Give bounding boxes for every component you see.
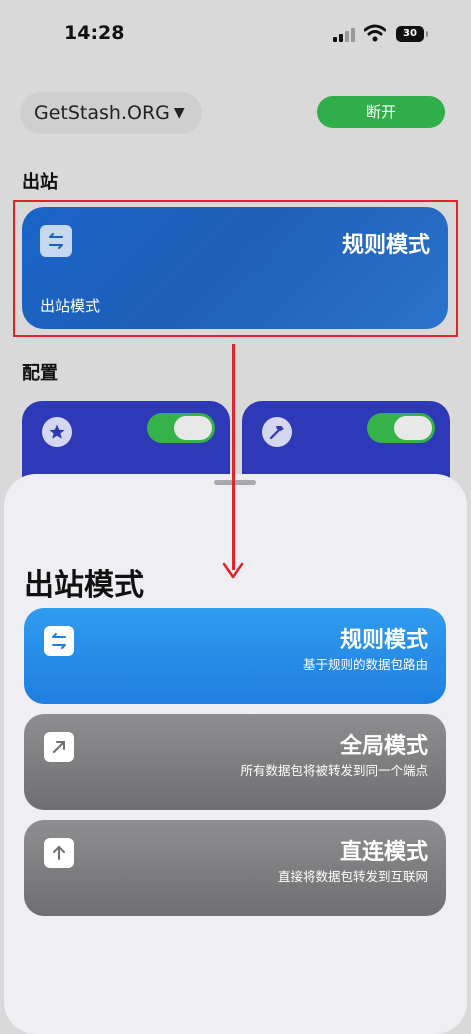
tools-toggle[interactable] (367, 413, 435, 443)
hammer-icon (262, 417, 292, 447)
global-mode-description: 所有数据包将被转发到同一个端点 (240, 763, 428, 778)
global-mode-title: 全局模式 (339, 734, 428, 759)
star-icon (42, 417, 72, 447)
arrow-up-icon (44, 838, 74, 868)
caret-down-icon: ▼ (173, 105, 185, 121)
swap-arrows-icon (44, 626, 74, 656)
sheet-grabber[interactable] (214, 480, 256, 485)
cellular-signal-icon (333, 28, 357, 42)
direct-mode-option[interactable]: 直连模式 直接将数据包转发到互联网 (24, 820, 446, 916)
config-section-label: 配置 (22, 363, 58, 384)
rule-mode-option[interactable]: 规则模式 基于规则的数据包路由 (24, 608, 446, 704)
favorites-toggle[interactable] (147, 413, 215, 443)
annotation-arrow-line (232, 344, 235, 570)
direct-mode-title: 直连模式 (339, 840, 428, 865)
rule-mode-title: 规则模式 (339, 628, 428, 653)
wifi-icon (363, 24, 387, 42)
annotation-highlight-box (13, 200, 458, 337)
rule-mode-description: 基于规则的数据包路由 (302, 657, 428, 672)
arrow-up-right-icon (44, 732, 74, 762)
sheet-title: 出站模式 (24, 568, 144, 603)
disconnect-button[interactable]: 断开 (317, 96, 445, 128)
profile-selector[interactable]: GetStash.ORG ▼ (20, 92, 202, 134)
profile-name: GetStash.ORG (34, 102, 170, 124)
outbound-section-label: 出站 (22, 172, 58, 193)
global-mode-option[interactable]: 全局模式 所有数据包将被转发到同一个端点 (24, 714, 446, 810)
status-time: 14:28 (64, 22, 125, 44)
direct-mode-description: 直接将数据包转发到互联网 (277, 869, 428, 884)
toggle-knob (394, 416, 432, 440)
battery-icon: 30 (396, 26, 428, 42)
annotation-arrow-head-icon (222, 562, 244, 580)
toggle-knob (174, 416, 212, 440)
